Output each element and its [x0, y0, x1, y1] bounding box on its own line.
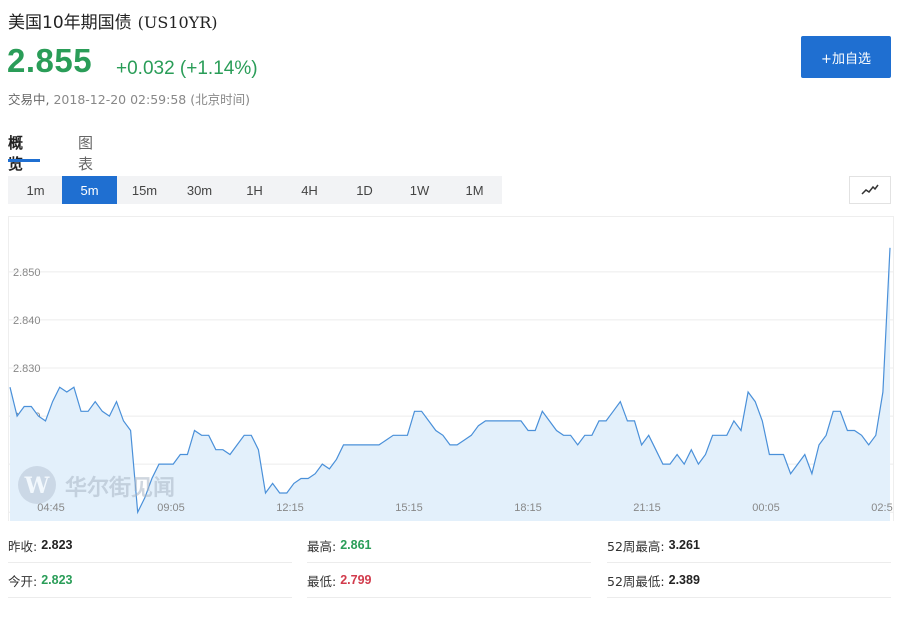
stat-value: 2.799 — [340, 573, 372, 587]
x-tick-label: 02:5 — [871, 502, 892, 514]
y-tick-label: 2.840 — [13, 315, 41, 327]
instrument-code: (US10YR) — [137, 13, 218, 32]
stat-label: 52周最低: — [607, 573, 665, 589]
stat-value: 2.861 — [340, 538, 372, 552]
stat-value: 2.823 — [41, 538, 73, 552]
stat-prev-close: 昨收: 2.823 — [8, 530, 73, 560]
price-chart[interactable]: 2.8502.8402.8302.8202.8102.800W华尔街见闻04:4… — [8, 216, 894, 521]
price-chart-svg: 2.8502.8402.8302.8202.8102.800W华尔街见闻04:4… — [9, 247, 893, 521]
tab-chart[interactable]: 图表 — [78, 132, 93, 174]
timeframe-1h[interactable]: 1H — [227, 176, 282, 204]
divider — [307, 597, 591, 598]
x-tick-label: 04:45 — [37, 502, 65, 514]
timeframe-selector: 1m 5m 15m 30m 1H 4H 1D 1W 1M — [8, 176, 502, 204]
stat-value: 3.261 — [668, 538, 700, 552]
divider — [307, 562, 591, 563]
stat-label: 最高: — [307, 538, 337, 554]
divider — [8, 597, 292, 598]
timeframe-30m[interactable]: 30m — [172, 176, 227, 204]
watermark-text: 华尔街见闻 — [65, 475, 175, 501]
stat-low: 最低: 2.799 — [307, 565, 372, 595]
stat-open: 今开: 2.823 — [8, 565, 73, 595]
divider — [607, 597, 891, 598]
y-tick-label: 2.830 — [13, 363, 41, 375]
stat-label: 昨收: — [8, 538, 38, 554]
quote-timestamp: 2018-12-20 02:59:58 (北京时间) — [53, 92, 250, 107]
timeframe-1w[interactable]: 1W — [392, 176, 447, 204]
line-chart-icon — [861, 184, 879, 195]
instrument-name: 美国10年期国债 — [8, 13, 132, 33]
stat-value: 2.389 — [668, 573, 700, 587]
active-tab-indicator — [8, 159, 40, 162]
x-tick-label: 15:15 — [395, 502, 423, 514]
x-tick-label: 12:15 — [276, 502, 304, 514]
instrument-title: 美国10年期国债 (US10YR) — [8, 8, 218, 33]
stat-label: 今开: — [8, 573, 38, 589]
y-tick-label: 2.850 — [13, 267, 41, 279]
timeframe-5m[interactable]: 5m — [62, 176, 117, 204]
stat-52w-low: 52周最低: 2.389 — [607, 565, 700, 595]
stat-high: 最高: 2.861 — [307, 530, 372, 560]
x-tick-label: 09:05 — [157, 502, 185, 514]
stat-label: 最低: — [307, 573, 337, 589]
stat-52w-high: 52周最高: 3.261 — [607, 530, 700, 560]
trading-status: 交易中, 2018-12-20 02:59:58 (北京时间) — [8, 89, 250, 108]
watermark-logo-glyph: W — [24, 473, 50, 499]
status-text: 交易中, — [8, 92, 50, 107]
divider — [8, 562, 292, 563]
divider — [607, 562, 891, 563]
add-watchlist-button[interactable]: +加自选 — [801, 36, 891, 78]
stat-value: 2.823 — [41, 573, 73, 587]
x-tick-label: 21:15 — [633, 502, 661, 514]
last-price: 2.855 — [7, 42, 93, 79]
timeframe-1mo[interactable]: 1M — [447, 176, 502, 204]
tab-overview[interactable]: 概览 — [8, 132, 23, 174]
price-change: +0.032 (+1.14%) — [116, 58, 258, 79]
x-tick-label: 00:05 — [752, 502, 780, 514]
stat-label: 52周最高: — [607, 538, 665, 554]
chart-type-toggle[interactable] — [849, 176, 891, 204]
x-tick-label: 18:15 — [514, 502, 542, 514]
timeframe-1m[interactable]: 1m — [8, 176, 63, 204]
timeframe-4h[interactable]: 4H — [282, 176, 337, 204]
timeframe-15m[interactable]: 15m — [117, 176, 172, 204]
timeframe-1d[interactable]: 1D — [337, 176, 392, 204]
